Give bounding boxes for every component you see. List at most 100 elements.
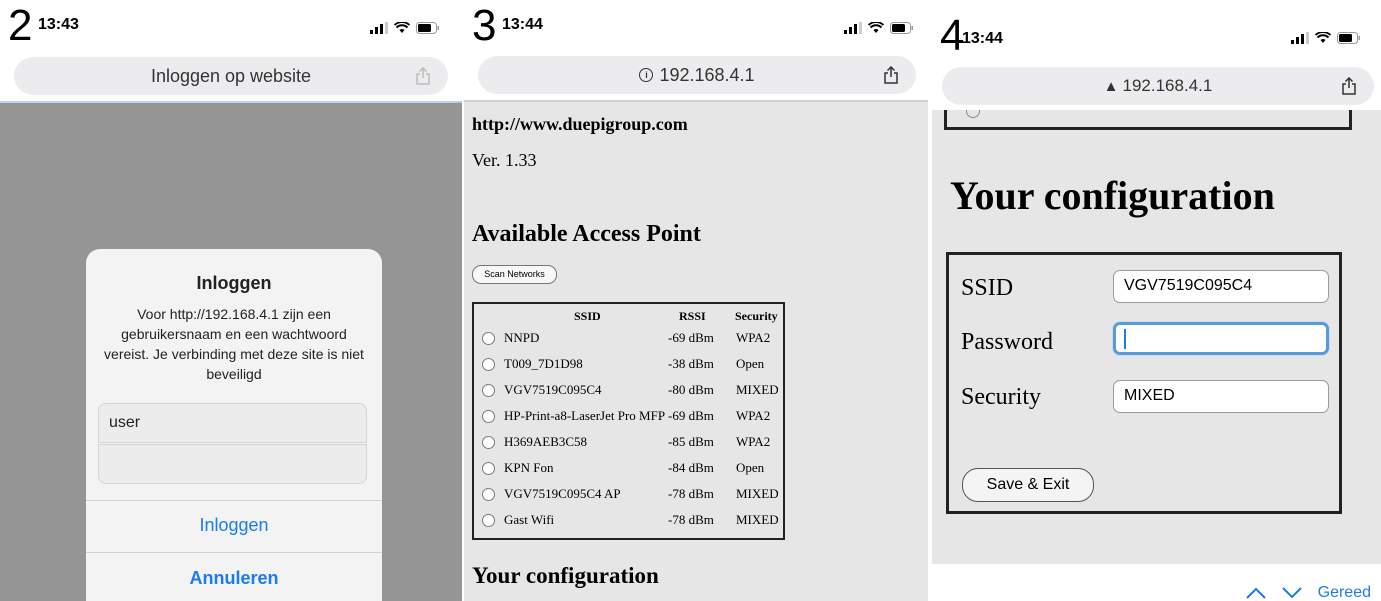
site-link[interactable]: http://www.duepigroup.com xyxy=(472,114,688,135)
address-bar[interactable]: i 192.168.4.1 xyxy=(478,56,916,94)
network-radio[interactable] xyxy=(482,384,495,397)
network-security: Open xyxy=(736,356,765,371)
url-text: 192.168.4.1 xyxy=(1122,76,1213,95)
done-button[interactable]: Gereed xyxy=(1318,584,1371,601)
cancel-button[interactable]: Annuleren xyxy=(86,568,382,589)
status-icons xyxy=(370,22,440,34)
login-dialog: Inloggen Voor http://192.168.4.1 zijn ee… xyxy=(86,249,382,601)
network-radio[interactable] xyxy=(482,358,495,371)
url-text: 192.168.4.1 xyxy=(659,64,755,85)
security-input[interactable]: MIXED xyxy=(1113,380,1329,413)
screenshot-panel-3: 3 13:44 i 192.168.4.1 http://www.duepigr… xyxy=(464,0,928,601)
network-ssid: H369AEB3C58 xyxy=(504,434,588,449)
screenshot-panel-2: 2 13:43 Inloggen op website Inloggen Voo… xyxy=(0,0,462,601)
ssid-input[interactable]: VGV7519C095C4 xyxy=(1113,270,1329,303)
ssid-label: SSID xyxy=(961,275,1014,301)
step-number: 2 xyxy=(8,1,33,50)
network-rssi: -69 dBm xyxy=(668,408,714,423)
network-security: Open xyxy=(736,460,765,475)
address-bar[interactable]: ▲ 192.168.4.1 xyxy=(942,67,1374,105)
scan-networks-button[interactable]: Scan Networks xyxy=(472,265,557,284)
status-time: 13:43 xyxy=(38,16,79,33)
network-radio[interactable] xyxy=(482,514,495,527)
divider xyxy=(86,500,382,501)
network-ssid: NNPD xyxy=(504,330,540,345)
keyboard-accessory-bar: Gereed xyxy=(932,564,1381,601)
network-security: WPA2 xyxy=(736,330,771,345)
address-bar[interactable]: Inloggen op website xyxy=(14,57,448,95)
network-security: MIXED xyxy=(736,382,779,397)
password-input[interactable] xyxy=(1113,322,1329,355)
network-rssi: -69 dBm xyxy=(668,330,714,345)
network-table-fragment xyxy=(944,110,1352,130)
network-security: MIXED xyxy=(736,486,779,501)
network-ssid: VGV7519C095C4 xyxy=(504,382,602,397)
configuration-heading: Your configuration xyxy=(472,563,659,588)
password-label: Password xyxy=(961,329,1054,355)
network-rssi: -85 dBm xyxy=(668,434,714,449)
text-caret xyxy=(1124,329,1126,349)
security-label: Security xyxy=(961,384,1041,410)
chevron-down-icon[interactable] xyxy=(1281,587,1302,599)
signal-icon xyxy=(370,22,388,34)
network-ssid: HP-Print-a8-LaserJet Pro MFP xyxy=(504,408,666,423)
version-text: Ver. 1.33 xyxy=(472,150,537,170)
chevron-up-icon[interactable] xyxy=(1245,587,1266,599)
form-navigation: Gereed xyxy=(1245,584,1371,601)
network-row[interactable]: H369AEB3C58 -85 dBm WPA2 xyxy=(474,434,783,458)
status-time: 13:44 xyxy=(962,30,1003,47)
network-rssi: -84 dBm xyxy=(668,460,714,475)
network-rssi: -78 dBm xyxy=(668,486,714,501)
network-radio[interactable] xyxy=(482,410,495,423)
save-exit-button[interactable]: Save & Exit xyxy=(962,468,1094,502)
battery-icon xyxy=(1337,32,1360,44)
wifi-icon xyxy=(394,22,410,33)
dialog-message: Voor http://192.168.4.1 zijn een gebruik… xyxy=(104,306,364,382)
access-point-heading: Available Access Point xyxy=(472,221,701,247)
network-rssi: -38 dBm xyxy=(668,356,714,371)
battery-icon xyxy=(416,22,439,34)
network-rssi: -78 dBm xyxy=(668,512,714,527)
status-time: 13:44 xyxy=(502,16,543,33)
network-row[interactable]: VGV7519C095C4 -80 dBm MIXED xyxy=(474,382,783,406)
network-ssid: T009_7D1D98 xyxy=(504,356,583,371)
network-row[interactable]: KPN Fon -84 dBm Open xyxy=(474,460,783,484)
warning-icon: ▲ xyxy=(1103,77,1119,95)
share-icon[interactable] xyxy=(1342,76,1356,100)
network-row[interactable]: Gast Wifi -78 dBm MIXED xyxy=(474,512,783,536)
web-page: http://www.duepigroup.com Ver. 1.33 Avai… xyxy=(464,102,928,601)
share-icon[interactable] xyxy=(884,65,898,89)
signal-icon xyxy=(1291,32,1309,44)
network-row[interactable]: NNPD -69 dBm WPA2 xyxy=(474,330,783,354)
dialog-title: Inloggen xyxy=(196,273,272,293)
network-security: MIXED xyxy=(736,512,779,527)
network-radio[interactable] xyxy=(482,332,495,345)
login-button[interactable]: Inloggen xyxy=(86,515,382,536)
network-row[interactable]: HP-Print-a8-LaserJet Pro MFP -69 dBm WPA… xyxy=(474,408,783,432)
signal-icon xyxy=(844,22,862,34)
network-row[interactable]: VGV7519C095C4 AP -78 dBm MIXED xyxy=(474,486,783,510)
column-header-security: Security xyxy=(735,309,778,323)
wifi-icon xyxy=(868,22,884,33)
network-row[interactable]: T009_7D1D98 -38 dBm Open xyxy=(474,356,783,380)
status-icons xyxy=(1291,32,1361,44)
network-radio[interactable] xyxy=(482,436,495,449)
step-number: 4 xyxy=(940,11,965,60)
network-ssid: Gast Wifi xyxy=(504,512,555,527)
status-icons xyxy=(844,22,914,34)
battery-icon xyxy=(890,22,913,34)
step-number: 3 xyxy=(472,1,497,50)
configuration-form: SSID VGV7519C095C4 Password Security MIX… xyxy=(946,252,1342,514)
network-radio[interactable] xyxy=(482,462,495,475)
network-security: WPA2 xyxy=(736,408,771,423)
network-rssi: -80 dBm xyxy=(668,382,714,397)
wifi-icon xyxy=(1315,32,1331,43)
network-security: WPA2 xyxy=(736,434,771,449)
share-icon[interactable] xyxy=(416,66,430,90)
username-field[interactable]: user xyxy=(98,403,367,443)
network-ssid: KPN Fon xyxy=(504,460,554,475)
info-icon: i xyxy=(639,68,654,82)
network-radio[interactable] xyxy=(482,488,495,501)
password-field[interactable] xyxy=(98,444,367,484)
column-header-rssi: RSSI xyxy=(679,309,706,323)
